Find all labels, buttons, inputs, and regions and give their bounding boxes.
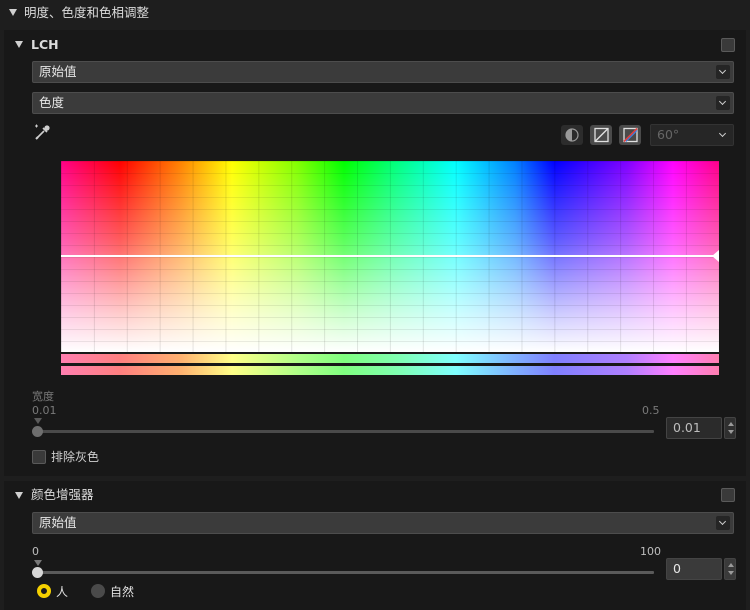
- curve-linear-icon: [594, 127, 609, 143]
- enhancer-enable-checkbox[interactable]: [721, 488, 735, 502]
- enhancer-collapse-arrow-icon[interactable]: [15, 492, 23, 499]
- lch-title: LCH: [31, 37, 59, 52]
- enhancer-value: 0: [673, 561, 681, 576]
- exclude-gray-label: 排除灰色: [51, 450, 100, 464]
- lch-collapse-arrow-icon[interactable]: [15, 41, 23, 48]
- curve-line[interactable]: [61, 255, 719, 257]
- width-slider-thumb[interactable]: [32, 426, 43, 437]
- chevron-down-icon: [716, 516, 730, 530]
- section-title: 明度、色度和色相调整: [24, 5, 150, 20]
- collapse-arrow-icon[interactable]: [9, 9, 17, 16]
- width-value-field[interactable]: 0.01: [666, 417, 722, 439]
- eyedropper-icon[interactable]: [34, 123, 52, 141]
- lch-channel-dropdown[interactable]: 色度: [32, 92, 734, 114]
- default-marker-icon: [34, 560, 42, 566]
- lch-preset-value: 原始值: [39, 64, 77, 79]
- width-value: 0.01: [673, 420, 701, 435]
- angle-dropdown[interactable]: 60°: [650, 124, 734, 146]
- default-marker-icon: [34, 418, 42, 424]
- radio-people-label: 人: [56, 585, 69, 599]
- chevron-down-icon: [716, 128, 730, 142]
- width-stepper[interactable]: [724, 417, 736, 439]
- lch-channel-value: 色度: [39, 95, 65, 110]
- input-hue-bar: [61, 366, 719, 375]
- width-label: 宽度: [32, 390, 54, 403]
- enhancer-preset-value: 原始值: [39, 515, 77, 530]
- output-hue-bar: [61, 354, 719, 363]
- width-slider-track[interactable]: [38, 430, 654, 433]
- radio-natural[interactable]: [91, 584, 105, 598]
- enhancer-slider-track[interactable]: [38, 571, 654, 574]
- angle-value: 60°: [657, 127, 680, 142]
- enhancer-preset-dropdown[interactable]: 原始值: [32, 512, 734, 534]
- enhancer-slider-thumb[interactable]: [32, 567, 43, 578]
- exclude-gray-checkbox[interactable]: [32, 450, 46, 464]
- curve-handle-icon[interactable]: [712, 250, 719, 262]
- radio-people[interactable]: [37, 584, 51, 598]
- lch-enable-checkbox[interactable]: [721, 38, 735, 52]
- enhancer-value-field[interactable]: 0: [666, 558, 722, 580]
- enhancer-min-label: 0: [32, 545, 39, 558]
- chevron-down-icon: [716, 65, 730, 79]
- chevron-down-icon: [716, 96, 730, 110]
- curve-color-icon: [623, 127, 638, 143]
- curve-color-button[interactable]: [619, 125, 641, 145]
- enhancer-title: 颜色增强器: [31, 487, 94, 502]
- contrast-icon: [565, 128, 579, 142]
- chroma-curve-graph[interactable]: [61, 161, 719, 352]
- width-min-label: 0.01: [32, 404, 57, 417]
- lch-preset-dropdown[interactable]: 原始值: [32, 61, 734, 83]
- enhancer-stepper[interactable]: [724, 558, 736, 580]
- contrast-toggle-button[interactable]: [561, 125, 583, 145]
- curve-mode-button[interactable]: [590, 125, 612, 145]
- width-max-label: 0.5: [642, 404, 660, 417]
- enhancer-max-label: 100: [640, 545, 661, 558]
- radio-natural-label: 自然: [110, 585, 135, 599]
